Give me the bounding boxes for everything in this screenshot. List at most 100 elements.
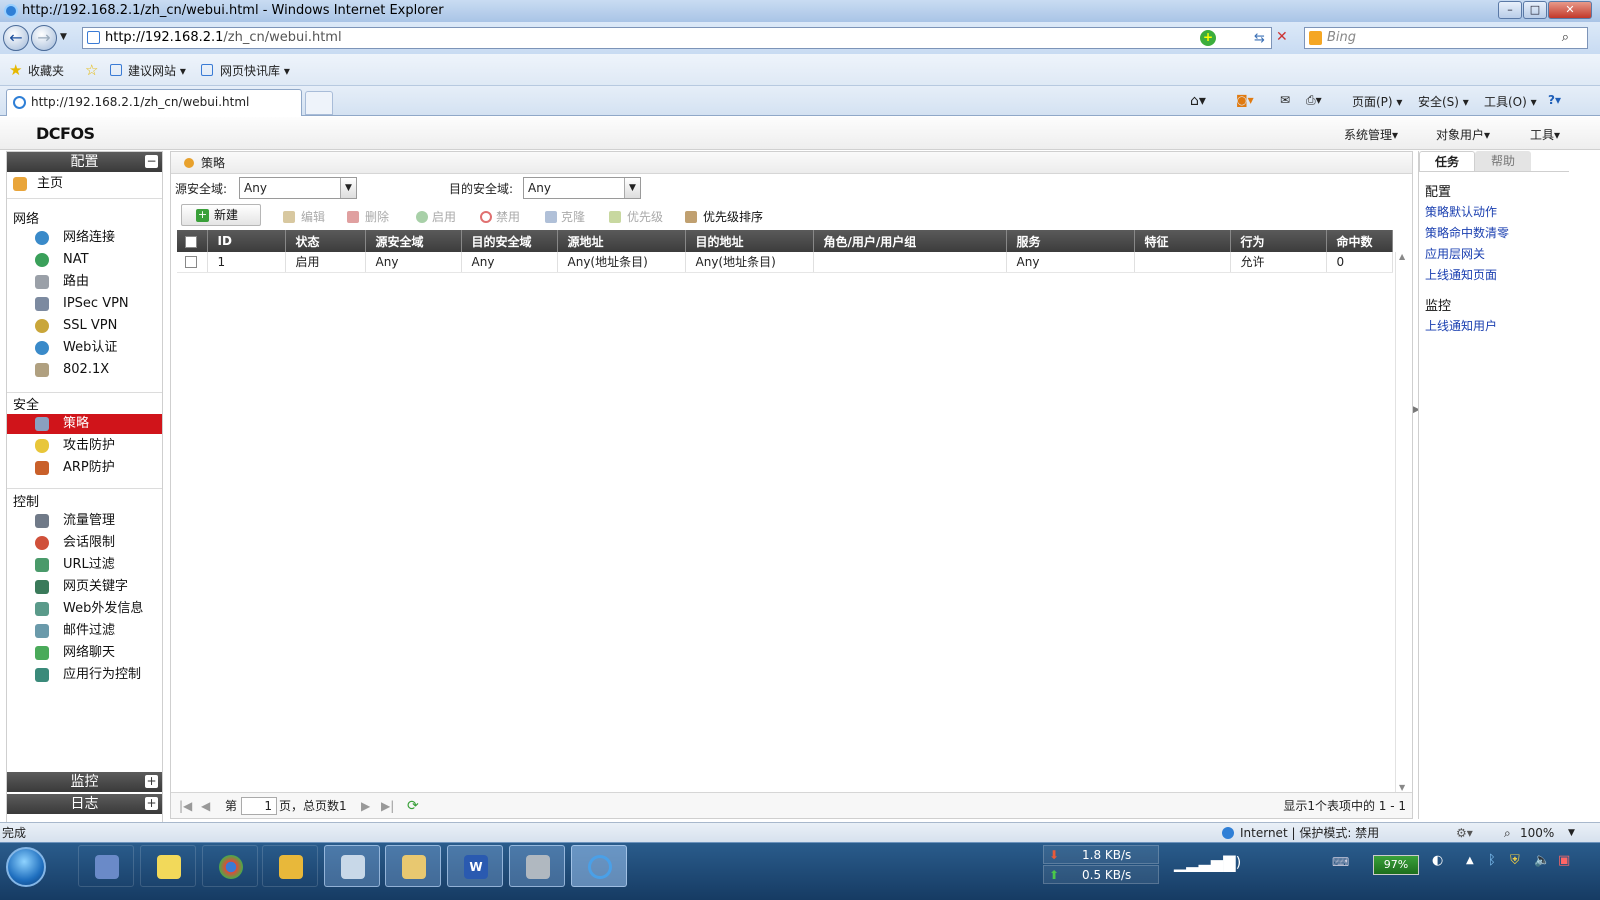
network-tray-icon[interactable]: ▣: [1558, 853, 1570, 868]
task-internet-explorer[interactable]: [571, 845, 627, 887]
maximize-button[interactable]: □: [1523, 1, 1547, 19]
tab-help[interactable]: 帮助: [1475, 151, 1531, 171]
column-header[interactable]: 源安全域: [365, 230, 462, 252]
refresh-icon[interactable]: ⇆: [1254, 31, 1265, 46]
system-admin-menu[interactable]: 系统管理▾: [1344, 126, 1398, 143]
vertical-scrollbar[interactable]: ▲ ▼: [1395, 252, 1411, 792]
page-number-input[interactable]: 1: [241, 797, 277, 815]
safety-menu[interactable]: 安全(S) ▾: [1418, 93, 1469, 110]
link-policy-default-action[interactable]: 策略默认动作: [1425, 203, 1497, 220]
sidebar-item-nat[interactable]: NAT: [7, 250, 162, 270]
refresh-icon[interactable]: ⟳: [407, 793, 419, 819]
sidebar-item-policy[interactable]: 策略: [7, 414, 162, 434]
select-all-checkbox[interactable]: [185, 235, 197, 248]
link-online-notify-user[interactable]: 上线通知用户: [1425, 317, 1497, 334]
priority-sort-button[interactable]: 优先级排序: [685, 206, 763, 228]
sidebar-item-attack-defense[interactable]: 攻击防护: [7, 436, 162, 456]
expand-icon[interactable]: +: [145, 797, 158, 810]
show-hidden-icons[interactable]: ▲: [1466, 855, 1474, 866]
sidebar-item-home[interactable]: 主页: [7, 174, 162, 194]
bluetooth-icon[interactable]: ᛒ: [1488, 853, 1496, 868]
compat-view-icon[interactable]: +: [1200, 30, 1216, 46]
sidebar-item-network-connection[interactable]: 网络连接: [7, 228, 162, 248]
column-header[interactable]: 角色/用户/用户组: [813, 230, 1007, 252]
mail-icon[interactable]: ✉: [1280, 93, 1290, 107]
sidebar-item-web-auth[interactable]: Web认证: [7, 338, 162, 358]
sidebar-item-app-control[interactable]: 应用行为控制: [7, 665, 162, 685]
sidebar-item-im-chat[interactable]: 网络聊天: [7, 643, 162, 663]
search-input[interactable]: Bing ⌕: [1304, 27, 1588, 49]
log-panel-header[interactable]: 日志 +: [7, 794, 162, 814]
task-remote-desktop[interactable]: [78, 845, 134, 887]
sidebar-item-mail-filter[interactable]: 邮件过滤: [7, 621, 162, 641]
start-button[interactable]: [6, 847, 46, 887]
collapse-icon[interactable]: −: [145, 155, 158, 168]
security-zone[interactable]: Internet | 保护模式: 禁用: [1240, 823, 1379, 843]
column-header[interactable]: 目的安全域: [461, 230, 558, 252]
column-header[interactable]: 源地址: [557, 230, 686, 252]
column-header[interactable]: 特征: [1134, 230, 1231, 252]
add-favorite-icon[interactable]: ☆: [85, 61, 98, 79]
feeds-icon[interactable]: ◙▾: [1236, 93, 1254, 107]
monitor-panel-header[interactable]: 监控 +: [7, 772, 162, 792]
column-header[interactable]: 命中数: [1326, 230, 1393, 252]
minimize-button[interactable]: –: [1498, 1, 1522, 19]
link-app-layer-gateway[interactable]: 应用层网关: [1425, 245, 1485, 262]
sidebar-item-arp-defense[interactable]: ARP防护: [7, 458, 162, 478]
new-button[interactable]: + 新建: [181, 204, 261, 226]
edit-button[interactable]: 编辑: [283, 206, 325, 228]
web-slice-gallery-link[interactable]: 网页快讯库 ▾: [220, 62, 290, 79]
disable-button[interactable]: 禁用: [480, 206, 520, 228]
link-clear-hit-count[interactable]: 策略命中数清零: [1425, 224, 1509, 241]
object-user-menu[interactable]: 对象用户▾: [1436, 126, 1490, 143]
home-icon[interactable]: ⌂▾: [1190, 93, 1206, 109]
sidebar-item-web-keyword[interactable]: 网页关键字: [7, 577, 162, 597]
wireless-icon[interactable]: (ꞏ): [1226, 853, 1241, 872]
help-icon[interactable]: ?▾: [1548, 93, 1561, 107]
sidebar-item-web-outbound[interactable]: Web外发信息: [7, 599, 162, 619]
next-page-icon[interactable]: ▶: [361, 793, 370, 819]
task-network-tool[interactable]: [509, 845, 565, 887]
select-all-cell[interactable]: [177, 230, 208, 252]
task-qq[interactable]: [262, 845, 318, 887]
enable-button[interactable]: 启用: [416, 206, 456, 228]
sidebar-item-ipsec-vpn[interactable]: IPSec VPN: [7, 294, 162, 314]
back-button[interactable]: ←: [3, 25, 29, 51]
forward-button[interactable]: →: [31, 25, 57, 51]
last-page-icon[interactable]: ▶|: [381, 793, 394, 819]
sidebar-item-routing[interactable]: 路由: [7, 272, 162, 292]
link-online-notify-page[interactable]: 上线通知页面: [1425, 266, 1497, 283]
sidebar-item-session-limit[interactable]: 会话限制: [7, 533, 162, 553]
battery-indicator[interactable]: 97%: [1373, 855, 1419, 875]
favorites-button[interactable]: 收藏夹: [28, 62, 64, 79]
prev-page-icon[interactable]: ◀: [201, 793, 210, 819]
config-panel-header[interactable]: 配置 −: [7, 152, 162, 172]
url-input[interactable]: http://192.168.2.1/zh_cn/webui.html: [82, 27, 1272, 49]
protected-mode-icon[interactable]: ⚙▾: [1456, 823, 1473, 843]
priority-button[interactable]: 优先级: [609, 206, 663, 228]
table-row[interactable]: 1 启用 Any Any Any(地址条目) Any(地址条目) Any 允许 …: [177, 252, 1393, 273]
task-notepad[interactable]: [324, 845, 380, 887]
active-browser-tab[interactable]: http://192.168.2.1/zh_cn/webui.html: [6, 89, 302, 116]
sidebar-item-url-filter[interactable]: URL过滤: [7, 555, 162, 575]
history-dropdown-icon[interactable]: ▼: [60, 32, 67, 42]
task-explorer[interactable]: [385, 845, 441, 887]
first-page-icon[interactable]: |◀: [179, 793, 192, 819]
sidebar-item-8021x[interactable]: 802.1X: [7, 360, 162, 380]
task-word[interactable]: W: [447, 845, 503, 887]
page-menu[interactable]: 页面(P) ▾: [1352, 93, 1402, 110]
zoom-dropdown-icon[interactable]: ▼: [1568, 823, 1575, 843]
scroll-down-icon[interactable]: ▼: [1399, 783, 1405, 792]
column-header[interactable]: 服务: [1006, 230, 1135, 252]
column-header[interactable]: 状态: [285, 230, 366, 252]
tray-app-icon[interactable]: ◐: [1432, 853, 1443, 868]
app-tools-menu[interactable]: 工具▾: [1530, 126, 1560, 143]
task-sticky-notes[interactable]: [140, 845, 196, 887]
delete-button[interactable]: 删除: [347, 206, 389, 228]
shield-tray-icon[interactable]: ⛨: [1510, 853, 1520, 868]
scroll-up-icon[interactable]: ▲: [1399, 252, 1405, 261]
column-header[interactable]: 目的地址: [685, 230, 814, 252]
suggested-sites-link[interactable]: 建议网站 ▾: [128, 62, 186, 79]
volume-muted-icon[interactable]: 🔈: [1534, 853, 1550, 868]
close-window-button[interactable]: ✕: [1548, 1, 1592, 19]
